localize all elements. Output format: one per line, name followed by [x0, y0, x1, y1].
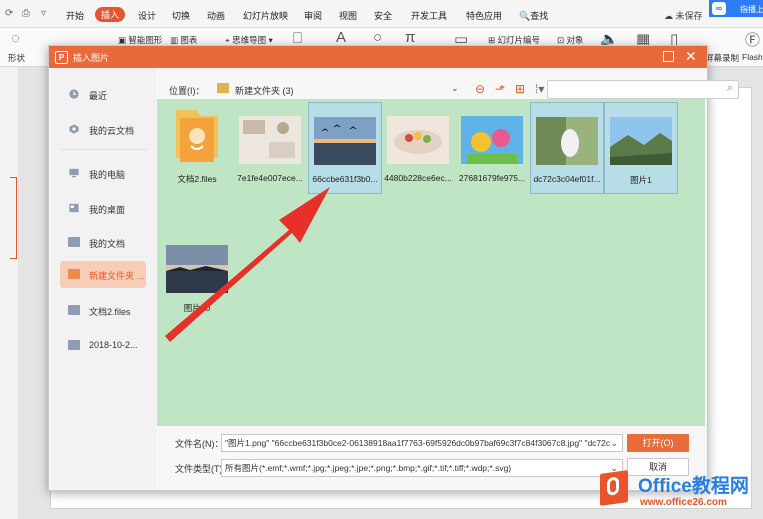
folder-icon — [68, 340, 80, 350]
location-bar: 位置(I)： 新建文件夹 (3) ⌄ ⊖ ⬏ ⊞ ⁞▾ ⌕ — [157, 78, 739, 100]
wordart-icon[interactable]: A — [336, 29, 346, 46]
tab-slideshow[interactable]: 幻灯片放映 — [243, 9, 288, 22]
insert-picture-dialog: P 插入图片 ✕ 最近 我的云文档 我的电脑 我的桌面 我的文档 新建文件夹 .… — [48, 45, 739, 491]
chevron-down-icon[interactable]: ⌄ — [610, 435, 618, 451]
places-sidebar: 最近 我的云文档 我的电脑 我的桌面 我的文档 新建文件夹 ... 文档2.fi… — [50, 69, 156, 489]
redo-icon[interactable]: ⟳ — [5, 8, 13, 19]
cloud-icon — [69, 124, 79, 134]
watermark-url: www.office26.com — [640, 497, 727, 508]
file-item-image[interactable]: 图片10 — [161, 231, 233, 321]
file-item-folder[interactable]: 文档2.files — [161, 102, 233, 192]
close-icon[interactable]: ✕ — [685, 48, 697, 64]
watermark-title: Office教程网 — [638, 476, 749, 497]
tab-design[interactable]: 设计 — [138, 9, 156, 22]
location-label: 位置(I)： — [169, 86, 205, 96]
image-thumbnail — [461, 116, 523, 164]
dropdown-icon[interactable]: ▿ — [41, 8, 46, 19]
folder-icon — [176, 110, 218, 162]
sidebar-item-my-computer[interactable]: 我的电脑 — [60, 160, 146, 187]
menu-bar: ⟳ ⎙ ▿ 开始 插入 设计 切换 动画 幻灯片放映 审阅 视图 安全 开发工具… — [0, 0, 763, 28]
watermark-logo: Office教程网 www.office26.com — [596, 467, 763, 519]
equation-icon[interactable]: π — [405, 29, 415, 46]
dialog-title: 插入图片 — [73, 53, 110, 63]
file-list[interactable]: 文档2.files 7e1fe4e007ece... 66ccbe631f3b0… — [157, 99, 705, 426]
office-logo-icon — [600, 470, 628, 506]
tab-view[interactable]: 视图 — [339, 9, 357, 22]
print-icon[interactable]: ⎙ — [22, 8, 30, 19]
image-thumbnail — [239, 116, 301, 164]
new-folder-icon[interactable]: ⊞ — [515, 82, 525, 96]
flash-button[interactable]: Flash — [742, 52, 763, 62]
cloud-logo-icon: ∞ — [712, 2, 726, 15]
save-status[interactable]: ☁ 未保存 — [664, 9, 703, 22]
slide-thumbnail-pane[interactable] — [0, 67, 19, 519]
tab-animation[interactable]: 动画 — [207, 9, 225, 22]
view-mode-icon[interactable]: ⁞▾ — [535, 82, 544, 96]
computer-icon — [69, 168, 79, 178]
location-combo[interactable]: 新建文件夹 (3) ⌄ — [213, 80, 463, 97]
symbol-icon[interactable]: ○ — [373, 29, 382, 46]
sidebar-item-new-folder[interactable]: 新建文件夹 ... — [60, 261, 146, 288]
sidebar-item-doc2-files[interactable]: 文档2.files — [60, 297, 146, 324]
cloud-upload-button[interactable]: ∞ 指播上 — [709, 0, 763, 17]
presentation-icon: P — [55, 51, 68, 64]
image-thumbnail — [314, 117, 376, 165]
flash-icon[interactable]: Ⓕ — [745, 29, 760, 50]
image-thumbnail — [387, 116, 449, 164]
shape-label[interactable]: 形状 — [8, 52, 25, 64]
search-icon: ⌕ — [726, 82, 733, 94]
tab-insert[interactable]: 插入 — [95, 7, 126, 22]
maximize-icon[interactable] — [663, 51, 674, 62]
sidebar-item-desktop[interactable]: 我的桌面 — [60, 195, 146, 222]
folder-icon — [68, 269, 80, 279]
folder-icon — [217, 83, 229, 93]
filename-label: 文件名(N)： — [175, 439, 224, 449]
file-item-image[interactable]: 7e1fe4e007ece... — [234, 102, 306, 192]
search-icon: 🔍 — [519, 11, 531, 21]
tab-review[interactable]: 审阅 — [304, 9, 322, 22]
image-thumbnail — [166, 245, 228, 293]
clock-icon — [69, 89, 79, 99]
chevron-down-icon[interactable]: ⌄ — [451, 83, 459, 94]
file-item-image-selected[interactable]: dc72c3c04ef01f... — [530, 102, 604, 194]
dialog-titlebar[interactable]: P 插入图片 ✕ — [49, 46, 707, 68]
back-icon[interactable]: ⊖ — [475, 82, 485, 96]
image-thumbnail — [610, 117, 672, 165]
sidebar-item-cloud-docs[interactable]: 我的云文档 — [60, 116, 146, 143]
sidebar-item-2018-folder[interactable]: 2018-10-2... — [60, 332, 146, 359]
sidebar-item-my-documents[interactable]: 我的文档 — [60, 229, 146, 256]
screen-record-button[interactable]: 屏幕录制 — [705, 52, 739, 64]
search-command[interactable]: 🔍查找 — [519, 9, 548, 22]
filetype-select[interactable]: 所有图片(*.emf;*.wmf;*.jpg;*.jpeg;*.jpe;*.pn… — [221, 459, 623, 477]
image-thumbnail — [536, 117, 598, 165]
filename-field[interactable]: "图片1.png" "66ccbe631f3b0ce2-06138918aa1f… — [221, 434, 623, 452]
folder-icon — [68, 305, 80, 315]
tab-transition[interactable]: 切换 — [172, 9, 190, 22]
file-item-image-selected[interactable]: 图片1 — [604, 102, 678, 194]
location-value: 新建文件夹 (3) — [235, 86, 294, 96]
tab-special[interactable]: 特色应用 — [466, 9, 502, 22]
folder-icon — [68, 237, 80, 247]
tab-start[interactable]: 开始 — [66, 9, 84, 22]
file-item-image[interactable]: 4480b228ce6ec... — [382, 102, 454, 192]
selected-thumbnail-marker — [10, 177, 17, 259]
up-folder-icon[interactable]: ⬏ — [495, 82, 505, 96]
desktop-icon — [69, 203, 79, 213]
search-input[interactable]: ⌕ — [547, 80, 739, 99]
sidebar-divider — [62, 149, 146, 150]
file-item-image[interactable]: 27681679fe975... — [456, 102, 528, 192]
tab-developer[interactable]: 开发工具 — [411, 9, 447, 22]
shape-icon[interactable]: ◌ — [11, 30, 20, 47]
tab-security[interactable]: 安全 — [374, 9, 392, 22]
open-button[interactable]: 打开(O) — [627, 434, 689, 452]
sidebar-item-recent[interactable]: 最近 — [60, 81, 146, 108]
file-item-image-selected[interactable]: 66ccbe631f3b0... — [308, 102, 382, 194]
